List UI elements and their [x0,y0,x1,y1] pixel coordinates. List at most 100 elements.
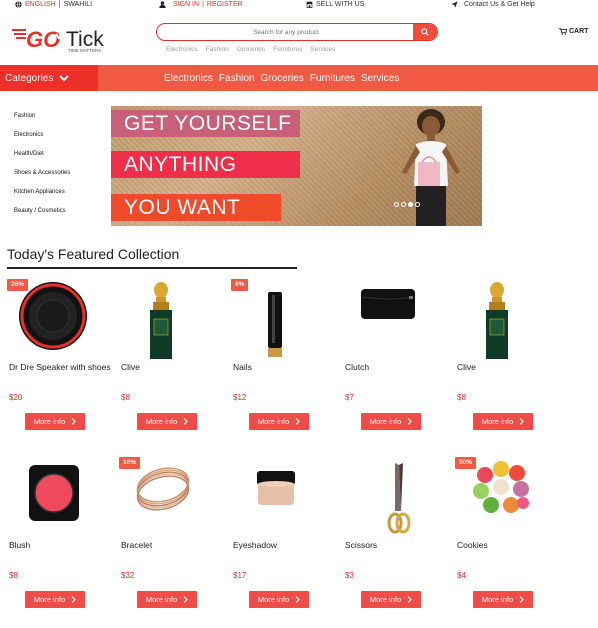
language-english[interactable]: ENGLISH [25,1,56,8]
banner-line-2: ANYTHING [111,151,300,178]
discount-badge: 16% [119,457,141,469]
product-name[interactable]: Clive [121,362,226,372]
more-info-button[interactable]: More info [361,591,421,608]
nav-link-electronics[interactable]: Electronics [164,73,213,84]
quick-link-services[interactable]: Services [310,46,335,53]
more-info-button[interactable]: More info [25,591,85,608]
product-price: $12 [233,393,247,402]
nav-link-fashion[interactable]: Fashion [219,73,255,84]
product-card[interactable]: Eyeshadow $17 More info [231,457,341,627]
language-switcher: ENGLISH | SWAHILI [15,1,92,8]
account-links: SIGN IN | REGISTER [159,1,243,8]
user-icon [159,1,166,8]
quick-link-furnitures[interactable]: Furnitures [273,46,302,53]
language-separator: | [58,1,61,8]
more-info-button[interactable]: More info [249,413,309,430]
product-card[interactable]: Scissors $3 More info [343,457,453,627]
product-name[interactable]: Nails [233,362,338,372]
quick-link-electronics[interactable]: Electronics [166,46,198,53]
product-card[interactable]: Clive $8 More info [455,279,565,449]
carousel-dot[interactable] [401,202,406,207]
sidebar-item-shoes-accessories[interactable]: Shoes & Accessories [14,164,70,183]
more-info-label: More info [145,595,178,604]
more-info-button[interactable]: More info [361,413,421,430]
carousel-dot-active[interactable] [408,202,413,207]
product-price: $8 [121,393,130,402]
nav-link-services[interactable]: Services [361,73,399,84]
quick-link-groceries[interactable]: Groceries [237,46,265,53]
product-name[interactable]: Bracelet [121,540,226,550]
sidebar-item-electronics[interactable]: Electronics [14,126,70,145]
chevron-right-icon [519,596,524,603]
carousel-dot[interactable] [394,202,399,207]
sidebar-item-kitchen-appliances[interactable]: Kitchen Appliances [14,183,70,202]
store-icon [306,1,313,8]
perfume-icon [486,282,508,359]
search-icon [421,28,429,36]
sidebar-item-fashion[interactable]: Fashion [14,107,70,126]
section-divider [7,267,297,269]
main-nav: Categories Electronics Fashion Groceries… [0,65,598,91]
sell-with-us-link[interactable]: SELL WITH US [306,1,364,8]
category-sidebar: Fashion Electronics Health/Diet Shoes & … [14,107,70,221]
carousel-dot[interactable] [415,202,420,207]
language-swahili[interactable]: SWAHILI [64,1,93,8]
more-info-button[interactable]: More info [249,591,309,608]
hero-banner[interactable]: GET YOURSELF ANYTHING YOU WANT [111,106,482,226]
more-info-button[interactable]: More info [25,413,85,430]
search-button[interactable] [413,24,437,40]
product-price: $8 [457,393,466,402]
sidebar-item-beauty-cosmetics[interactable]: Beauty / Cosmetics [14,202,70,221]
product-name[interactable]: Eyeshadow [233,540,338,550]
eyeshadow-icon [257,471,295,505]
product-card[interactable]: 26% Dr Dre Speaker with shoes $20 More i… [7,279,117,449]
chevron-right-icon [295,596,300,603]
nav-links: Electronics Fashion Groceries Furnitures… [164,65,399,91]
nail-polish-icon [268,292,282,357]
quick-link-fashion[interactable]: Fashion [206,46,229,53]
nav-link-groceries[interactable]: Groceries [260,73,303,84]
product-name[interactable]: Clutch [345,362,450,372]
product-price: $32 [121,571,135,580]
product-card[interactable]: 50% Cookies $4 More info [455,457,565,627]
product-card[interactable]: Clive $8 More info [119,279,229,449]
sign-in-link[interactable]: SIGN IN [173,1,199,8]
cart-button[interactable]: CART [559,28,588,35]
discount-badge: 6% [231,279,249,291]
more-info-label: More info [33,417,66,426]
product-card[interactable]: 6% Nails $12 More info [231,279,341,449]
product-name[interactable]: Blush [9,540,114,550]
product-name[interactable]: Dr Dre Speaker with shoes [9,362,114,372]
chevron-down-icon [59,74,70,81]
clutch-icon [361,289,415,319]
more-info-button[interactable]: More info [137,591,197,608]
categories-dropdown[interactable]: Categories [0,65,98,91]
contact-link[interactable]: Contact Us & Get Help [451,1,535,8]
product-name[interactable]: Clive [457,362,562,372]
perfume-icon [150,282,172,359]
discount-badge: 50% [455,457,477,469]
more-info-button[interactable]: More info [473,413,533,430]
chevron-right-icon [71,596,76,603]
product-price: $20 [9,393,23,402]
more-info-button[interactable]: More info [137,413,197,430]
product-name[interactable]: Scissors [345,540,450,550]
product-name[interactable]: Cookies [457,540,562,550]
sidebar-item-health-diet[interactable]: Health/Diet [14,145,70,164]
search-input[interactable] [157,24,415,40]
more-info-label: More info [481,417,514,426]
more-info-label: More info [257,595,290,604]
product-card[interactable]: Clutch $7 More info [343,279,453,449]
register-link[interactable]: REGISTER [207,1,243,8]
product-card[interactable]: 16% Bracelet $32 More info [119,457,229,627]
globe-icon [15,1,22,8]
chevron-right-icon [183,418,188,425]
logo[interactable]: GO Tick TIME MATTERS [12,20,112,56]
nav-link-furnitures[interactable]: Furnitures [310,73,355,84]
more-info-label: More info [369,417,402,426]
chevron-right-icon [183,596,188,603]
svg-text:GO: GO [26,27,60,52]
more-info-button[interactable]: More info [473,591,533,608]
more-info-label: More info [33,595,66,604]
product-card[interactable]: Blush $8 More info [7,457,117,627]
